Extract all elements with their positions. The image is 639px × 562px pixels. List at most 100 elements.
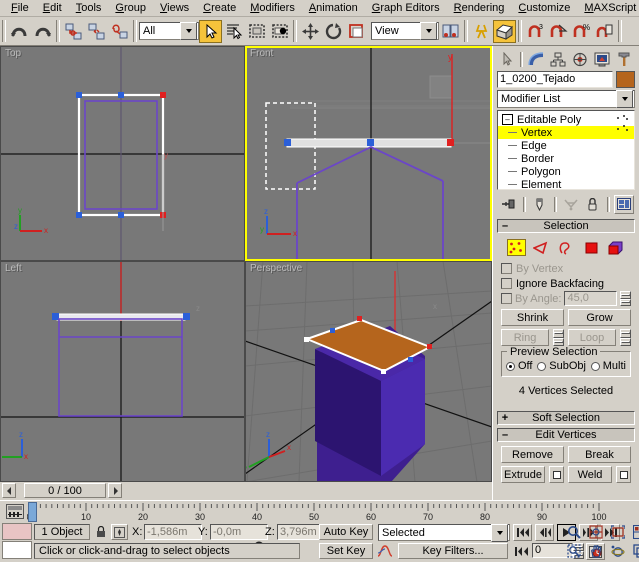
key-filters-button[interactable]: Key Filters... <box>398 543 508 559</box>
grow-button[interactable]: Grow <box>568 309 631 326</box>
chevron-down-icon[interactable] <box>180 22 197 40</box>
zoom-extents-button[interactable] <box>607 523 628 541</box>
menu-item-file[interactable]: File <box>4 1 36 16</box>
coord-field-x[interactable]: -1,586m <box>144 524 202 540</box>
viewport-front[interactable]: y z x y Front <box>245 46 492 261</box>
menu-item-maxscript[interactable]: MAXScript <box>577 1 639 16</box>
select-and-uniform-scale-button[interactable] <box>345 20 368 43</box>
ring-button[interactable]: Ring <box>501 329 549 346</box>
extrude-settings-button[interactable] <box>549 466 564 483</box>
menu-item-customize[interactable]: Customize <box>511 1 577 16</box>
menu-item-views[interactable]: Views <box>153 1 196 16</box>
make-unique-button[interactable] <box>560 194 581 214</box>
field-of-view-button[interactable] <box>563 542 584 560</box>
menu-item-create[interactable]: Create <box>196 1 243 16</box>
edit-vertices-rollout-header[interactable]: – Edit Vertices <box>497 428 635 442</box>
open-track-view-button[interactable] <box>4 503 26 520</box>
undo-button[interactable] <box>8 20 31 43</box>
modifier-stack[interactable]: – Editable Poly Vertex Edge Border Polygon Ele… <box>497 110 635 190</box>
stack-item-element[interactable]: Element <box>498 178 634 189</box>
command-tab-utilities[interactable] <box>613 49 635 69</box>
preview-option-off[interactable]: Off <box>506 360 532 372</box>
menu-item-group[interactable]: Group <box>108 1 153 16</box>
viewport-top[interactable]: y y x z Top <box>0 46 245 261</box>
select-by-name-button[interactable] <box>222 20 245 43</box>
border-subobject-button[interactable] <box>557 239 576 256</box>
menu-item-animation[interactable]: Animation <box>302 1 365 16</box>
stack-item-editable-poly[interactable]: – Editable Poly <box>498 113 634 126</box>
previous-frame-button[interactable] <box>535 524 554 541</box>
menu-item-edit[interactable]: Edit <box>36 1 69 16</box>
weld-settings-button[interactable] <box>616 466 631 483</box>
menu-item-rendering[interactable]: Rendering <box>447 1 512 16</box>
zoom-extents-all-button[interactable] <box>629 523 639 541</box>
modifier-list-combo[interactable]: Modifier List <box>497 90 635 108</box>
next-frame-button[interactable] <box>108 483 122 498</box>
by-vertex-row[interactable]: By Vertex <box>501 261 631 276</box>
by-angle-checkbox[interactable] <box>501 293 512 304</box>
ignore-backfacing-row[interactable]: Ignore Backfacing <box>501 276 631 291</box>
angle-snap-toggle-button[interactable] <box>547 20 570 43</box>
command-tab-hierarchy[interactable] <box>547 49 569 69</box>
soft-selection-rollout-header[interactable]: + Soft Selection <box>497 411 635 425</box>
menu-item-modifiers[interactable]: Modifiers <box>243 1 302 16</box>
reference-coordinate-system-combo[interactable]: View <box>371 22 439 40</box>
object-name-field[interactable]: 1_0200_Tejado <box>497 71 613 88</box>
window-crossing-button[interactable] <box>268 20 291 43</box>
command-tab-create[interactable] <box>496 49 518 69</box>
frame-counter-field[interactable]: 0 / 100 <box>24 483 106 498</box>
by-angle-row[interactable]: By Angle: 45,0 <box>501 291 631 306</box>
select-object-button[interactable] <box>199 19 222 43</box>
ring-spinner[interactable] <box>553 329 564 346</box>
rollout-toggle-icon[interactable]: – <box>498 429 512 441</box>
command-tab-display[interactable] <box>591 49 613 69</box>
stack-item-polygon[interactable]: Polygon <box>498 165 634 178</box>
arc-rotate-button[interactable] <box>607 542 628 560</box>
viewport-left[interactable]: z z y x Left <box>0 261 245 482</box>
object-color-swatch[interactable] <box>616 71 635 88</box>
maximize-viewport-toggle-button[interactable] <box>629 542 639 560</box>
time-slider-handle[interactable] <box>28 502 37 522</box>
redo-button[interactable] <box>31 20 54 43</box>
mirror-button[interactable] <box>470 20 493 43</box>
vertex-subobject-button[interactable] <box>506 239 526 256</box>
unlink-selection-button[interactable] <box>85 20 108 43</box>
radio-icon[interactable] <box>590 361 600 371</box>
polygon-subobject-button[interactable] <box>582 239 601 256</box>
track-bar[interactable]: 0102030405060708090100 <box>0 500 639 523</box>
viewport-perspective[interactable]: x z y x Perspective <box>245 261 492 482</box>
chevron-down-icon[interactable] <box>616 90 633 108</box>
preview-option-multi[interactable]: Multi <box>590 360 626 372</box>
previous-frame-button[interactable] <box>2 483 16 498</box>
select-and-move-button[interactable] <box>299 20 322 43</box>
bind-to-space-warp-button[interactable] <box>108 20 131 43</box>
selection-filter-combo[interactable]: All <box>139 22 199 40</box>
parameter-curve-editor-button[interactable] <box>375 543 394 559</box>
rollout-toggle-icon[interactable]: + <box>498 412 512 424</box>
stack-item-border[interactable]: Border <box>498 152 634 165</box>
edge-subobject-button[interactable] <box>532 239 551 256</box>
stack-item-edge[interactable]: Edge <box>498 139 634 152</box>
command-tab-motion[interactable] <box>569 49 591 69</box>
menu-item-tools[interactable]: Tools <box>69 1 109 16</box>
chevron-down-icon[interactable] <box>491 523 508 542</box>
shrink-button[interactable]: Shrink <box>501 309 564 326</box>
remove-modifier-button[interactable] <box>582 194 603 214</box>
break-button[interactable]: Break <box>568 446 631 463</box>
menu-item-graph-editors[interactable]: Graph Editors <box>365 1 447 16</box>
selection-set-combo[interactable]: Selected <box>378 523 510 542</box>
mini-listener-white[interactable] <box>2 541 32 559</box>
selection-rollout-header[interactable]: – Selection <box>497 219 635 233</box>
zoom-button[interactable] <box>563 523 584 541</box>
key-mode-toggle-button[interactable] <box>513 543 530 559</box>
extrude-button[interactable]: Extrude <box>501 466 545 483</box>
chevron-down-icon[interactable] <box>420 22 437 40</box>
command-tab-modify[interactable] <box>525 49 547 69</box>
pan-view-button[interactable] <box>585 542 606 560</box>
timeline-ruler[interactable]: 0102030405060708090100 <box>27 501 637 523</box>
auto-key-button[interactable]: Auto Key <box>319 524 373 540</box>
by-angle-spinner[interactable] <box>620 291 631 306</box>
go-to-start-button[interactable] <box>513 524 532 541</box>
by-vertex-checkbox[interactable] <box>501 263 512 274</box>
remove-button[interactable]: Remove <box>501 446 564 463</box>
